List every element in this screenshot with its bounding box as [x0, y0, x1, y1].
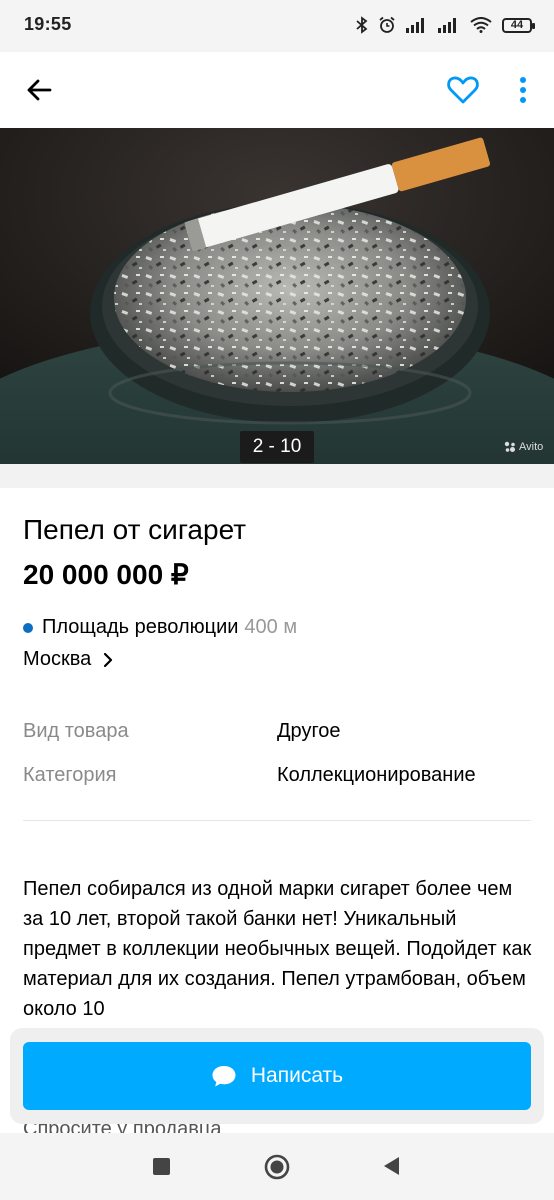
alarm-icon — [379, 16, 395, 33]
param-label-category: Категория — [23, 764, 117, 786]
param-value-category: Коллекционирование — [277, 764, 476, 786]
status-time: 19:55 — [24, 14, 72, 34]
home-button[interactable] — [264, 1154, 290, 1180]
more-options-button[interactable] — [508, 70, 538, 110]
chat-bubble-icon — [212, 1066, 236, 1087]
signal-icon-2 — [438, 18, 456, 33]
image-counter: 2 - 10 — [240, 431, 314, 463]
metro-line-dot — [23, 622, 33, 633]
back-button[interactable] — [20, 70, 60, 110]
recent-apps-button[interactable] — [153, 1158, 170, 1175]
city-name: Москва — [23, 648, 92, 670]
listing-price: 20 000 000 ₽ — [23, 559, 189, 590]
divider — [23, 820, 531, 821]
metro-location: Площадь революции 400 м — [23, 616, 297, 639]
status-bar: 19:55 44 — [0, 0, 554, 52]
battery-icon: 44 — [502, 17, 535, 33]
app-bar — [0, 52, 554, 128]
listing-title: Пепел от сигарет — [23, 514, 247, 545]
status-icons: 44 — [356, 13, 535, 37]
section-separator — [0, 464, 554, 488]
param-label-type: Вид товара — [23, 720, 129, 742]
photo-gallery[interactable] — [0, 128, 554, 464]
city-link[interactable]: Москва — [23, 648, 113, 671]
avito-watermark: Avito — [504, 441, 543, 453]
metro-station: Площадь революции — [42, 616, 239, 638]
write-message-button[interactable]: Написать — [23, 1042, 531, 1110]
arrow-left-icon — [27, 79, 52, 101]
more-vertical-icon — [520, 77, 526, 103]
listing-photo — [0, 128, 554, 464]
bluetooth-icon — [356, 16, 368, 34]
param-value-type: Другое — [277, 720, 341, 742]
heart-icon — [447, 76, 479, 104]
metro-distance: 400 м — [244, 616, 298, 638]
avito-logo-icon — [504, 441, 515, 452]
chevron-right-icon — [104, 652, 113, 667]
nav-back-button[interactable] — [381, 1155, 401, 1177]
listing-description: Пепел собирался из одной марки сигарет б… — [23, 878, 532, 1020]
signal-icon — [406, 18, 424, 33]
write-message-label: Написать — [250, 1064, 344, 1087]
favorite-button[interactable] — [443, 70, 483, 110]
wifi-icon — [470, 17, 492, 33]
watermark-text: Avito — [519, 441, 544, 453]
